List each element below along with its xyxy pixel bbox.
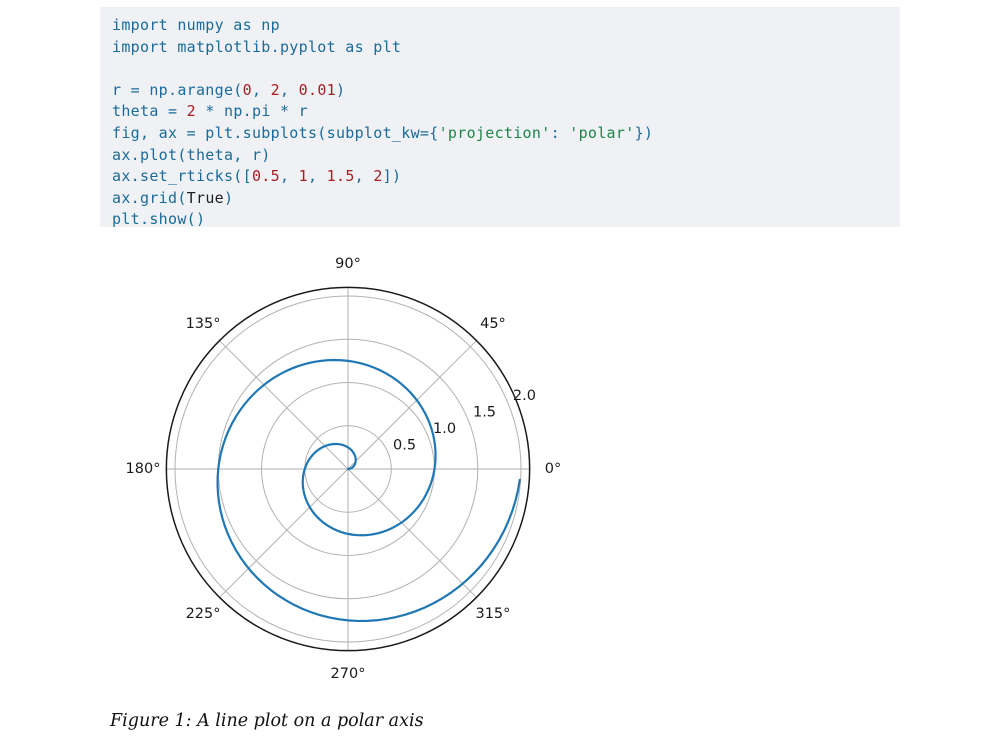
document-page: import numpy as npimport matplotlib.pypl… [0,0,1000,749]
theta-tick-label: 90° [335,256,361,272]
r-tick-label: 1.0 [433,421,456,437]
theta-tick-label: 180° [126,461,161,477]
spiral-line [218,360,520,621]
theta-tick-label: 225° [186,606,221,622]
theta-tick-label: 45° [480,316,506,332]
theta-grid-line [220,469,348,597]
polar-line-chart: 0° 45° 90° 135° 180° 225° 270° 315° 0.5 1.0 1.5 2.0 [0,0,1000,749]
r-tick-label: 2.0 [513,388,536,404]
theta-tick-label: 135° [186,316,221,332]
figure-caption: Figure 1: A line plot on a polar axis [110,711,424,731]
theta-grid-line [348,469,476,597]
r-tick-label: 0.5 [393,438,416,454]
theta-tick-label: 270° [331,666,366,682]
theta-tick-label: 0° [545,461,561,477]
r-tick-label: 1.5 [473,404,496,420]
theta-tick-label: 315° [475,606,510,622]
